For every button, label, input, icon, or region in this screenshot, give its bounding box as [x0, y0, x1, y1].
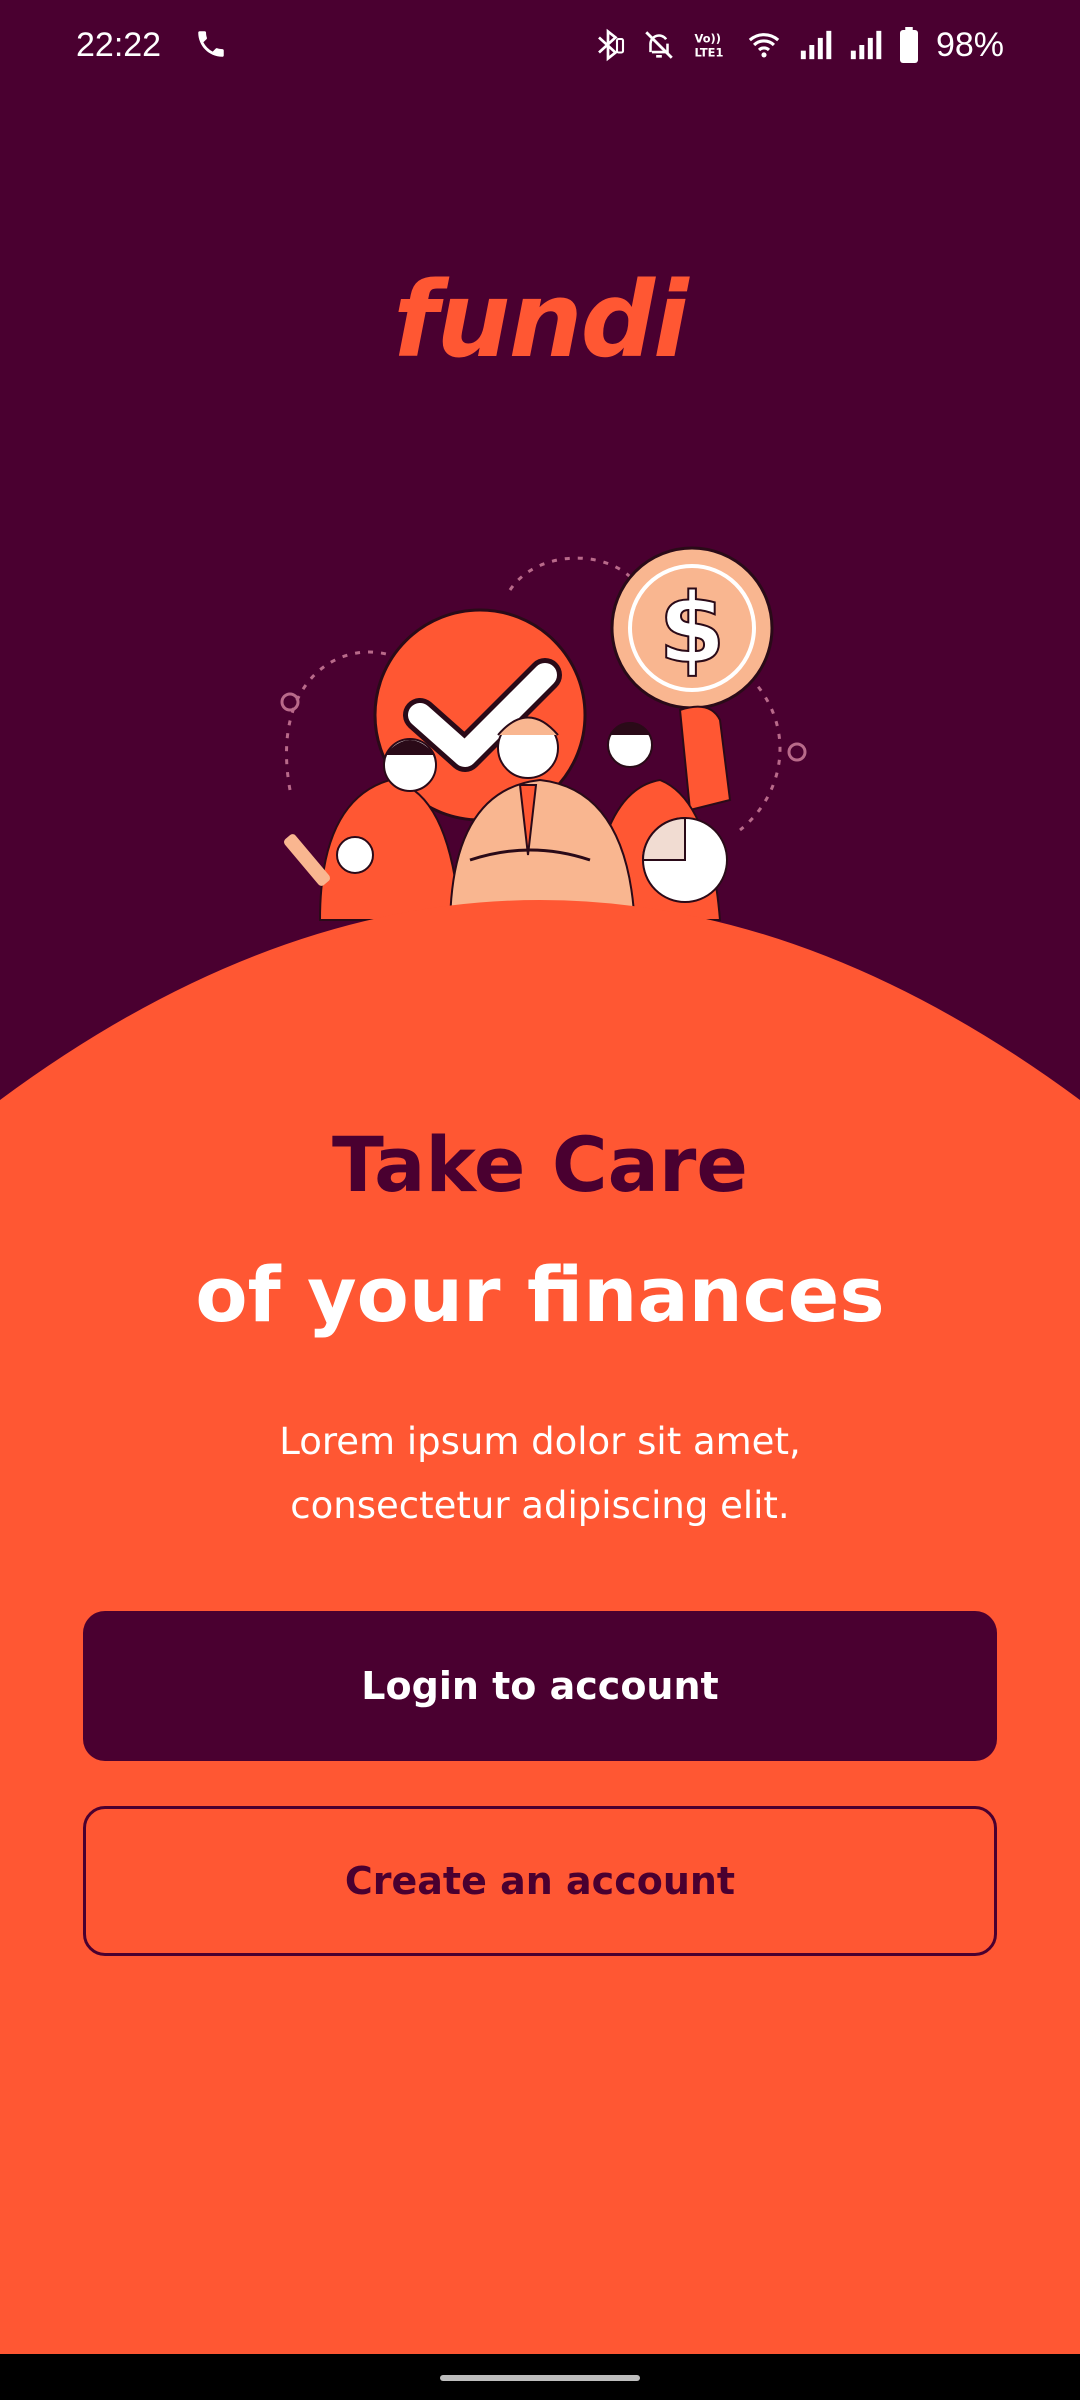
login-button-label: Login to account: [361, 1664, 719, 1708]
navigation-bar: [0, 2354, 1080, 2400]
create-account-button[interactable]: Create an account: [83, 1806, 997, 1956]
create-account-button-label: Create an account: [344, 1859, 736, 1903]
login-button[interactable]: Login to account: [83, 1611, 997, 1761]
headline-line2: of your finances: [195, 1250, 885, 1339]
headline-line1: Take Care: [332, 1120, 748, 1209]
subtitle: Lorem ipsum dolor sit amet, consectetur …: [279, 1420, 801, 1527]
home-gesture-handle[interactable]: [440, 2375, 640, 2381]
